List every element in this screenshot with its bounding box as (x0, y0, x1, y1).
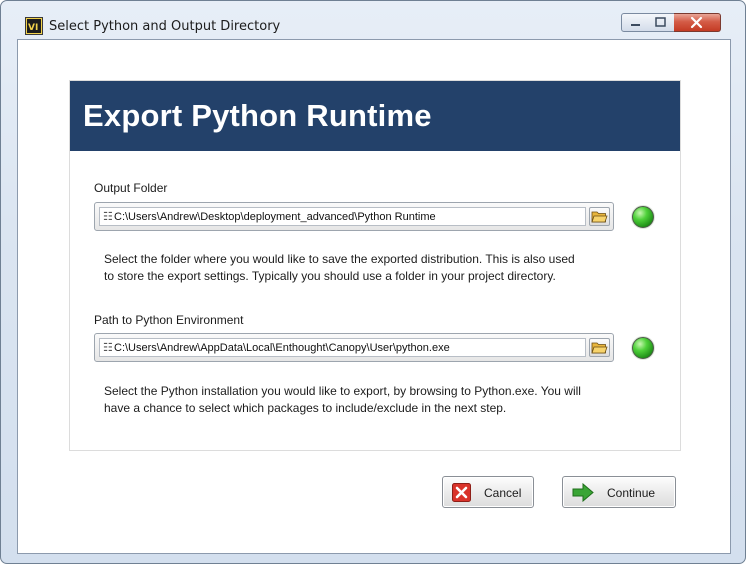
arrow-right-icon (572, 483, 594, 502)
folder-open-icon (591, 211, 608, 223)
minimize-icon (631, 24, 640, 26)
output-folder-label: Output Folder (94, 181, 168, 195)
output-folder-description-line-2: to store the export settings. Typically … (104, 269, 556, 283)
cancel-button-label: Cancel (484, 486, 522, 500)
python-environment-path-text: C:\Users\Andrew\AppData\Local\Enthought\… (114, 342, 450, 354)
output-folder-path-input[interactable]: ☷ C:\Users\Andrew\Desktop\deployment_adv… (99, 207, 586, 226)
title-bar[interactable]: VI Select Python and Output Directory (1, 1, 745, 41)
python-environment-path-input[interactable]: ☷ C:\Users\Andrew\AppData\Local\Enthough… (99, 338, 586, 357)
python-environment-description: Select the Python installation you would… (104, 383, 644, 417)
path-type-icon: ☷ (103, 211, 113, 223)
labview-app-icon: VI (25, 17, 43, 35)
output-folder-browse-button[interactable] (589, 207, 610, 226)
python-environment-browse-button[interactable] (589, 338, 610, 357)
maximize-icon (655, 17, 666, 27)
window-title: Select Python and Output Directory (49, 19, 281, 34)
svg-text:VI: VI (28, 23, 38, 33)
continue-button[interactable]: Continue (562, 476, 676, 508)
banner-title: Export Python Runtime (83, 98, 432, 133)
cancel-button[interactable]: Cancel (442, 476, 534, 508)
folder-open-icon (591, 342, 608, 354)
maximize-button[interactable] (648, 13, 675, 32)
python-environment-description-line-2: have a chance to select which packages t… (104, 401, 507, 415)
python-environment-description-line-1: Select the Python installation you would… (104, 384, 581, 398)
cancel-x-icon (452, 483, 471, 502)
close-icon (690, 16, 703, 29)
content-panel: Export Python Runtime Output Folder ☷ C:… (69, 80, 681, 451)
minimize-button[interactable] (621, 13, 649, 32)
output-folder-path-text: C:\Users\Andrew\Desktop\deployment_advan… (114, 211, 436, 223)
dialog-client-area: Export Python Runtime Output Folder ☷ C:… (17, 39, 731, 554)
continue-button-label: Continue (607, 486, 656, 500)
header-banner: Export Python Runtime (70, 81, 680, 151)
output-folder-description: Select the folder where you would like t… (104, 251, 644, 285)
dialog-window: VI Select Python and Output Directory Ex… (0, 0, 746, 564)
output-folder-status-led (632, 206, 654, 228)
python-environment-status-led (632, 337, 654, 359)
output-folder-description-line-1: Select the folder where you would like t… (104, 252, 575, 266)
python-environment-label: Path to Python Environment (94, 313, 244, 327)
path-type-icon: ☷ (103, 342, 113, 354)
close-button[interactable] (674, 13, 721, 32)
output-folder-path-control: ☷ C:\Users\Andrew\Desktop\deployment_adv… (94, 202, 614, 231)
python-environment-path-control: ☷ C:\Users\Andrew\AppData\Local\Enthough… (94, 333, 614, 362)
